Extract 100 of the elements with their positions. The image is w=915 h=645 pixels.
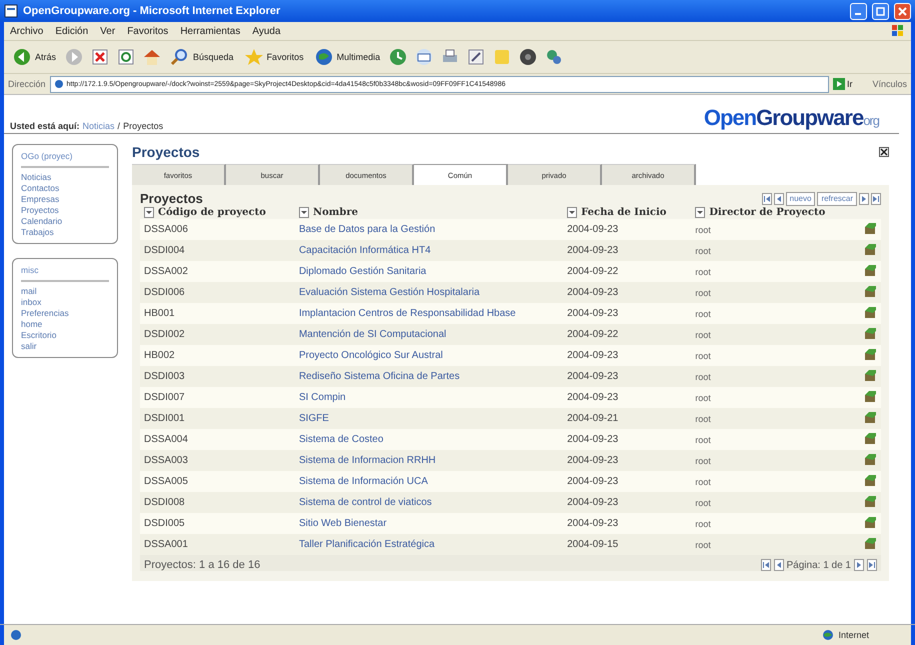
- column-header[interactable]: Director de Proyecto: [709, 207, 826, 218]
- last-page-icon[interactable]: [867, 559, 877, 571]
- sort-icon[interactable]: [695, 207, 706, 218]
- close-icon[interactable]: [879, 147, 889, 157]
- edit-icon[interactable]: [466, 47, 486, 67]
- folder-icon[interactable]: [864, 368, 877, 382]
- folder-icon[interactable]: [864, 348, 877, 360]
- next-page-icon[interactable]: [859, 192, 869, 204]
- logo: OpenGroupwareorg: [704, 105, 879, 131]
- table-cell: DSSA002: [140, 261, 295, 282]
- breadcrumb-label: Usted está aquí:: [10, 121, 80, 131]
- action-button[interactable]: refrescar: [817, 192, 857, 206]
- folder-icon[interactable]: [864, 242, 877, 256]
- action-button[interactable]: nuevo: [786, 192, 816, 206]
- sidebar-item[interactable]: Contactos: [21, 183, 109, 193]
- go-button[interactable]: Ir: [832, 78, 852, 90]
- previous-page-icon[interactable]: [774, 192, 784, 204]
- folder-icon[interactable]: [864, 326, 877, 340]
- table-cell: root: [691, 429, 856, 450]
- toolbar-button[interactable]: Atrás: [10, 45, 58, 69]
- column-header[interactable]: Nombre: [312, 207, 358, 218]
- sidebar-item[interactable]: home: [21, 319, 109, 329]
- sidebar-item[interactable]: Escritorio: [21, 330, 109, 340]
- folder-icon[interactable]: [864, 432, 877, 444]
- column-header[interactable]: Fecha de Inicio: [581, 207, 666, 218]
- folder-icon[interactable]: [864, 452, 877, 466]
- table-cell: root: [691, 366, 856, 387]
- toolbar-button[interactable]: Favoritos: [242, 45, 306, 69]
- sort-icon[interactable]: [144, 207, 154, 218]
- page-title: Proyectos: [132, 144, 200, 160]
- table-cell: 2004-09-23: [563, 303, 692, 324]
- menu-item[interactable]: Favoritos: [127, 26, 168, 36]
- toolbar-button[interactable]: Multimedia: [312, 45, 382, 69]
- table-cell: 2004-09-22: [563, 261, 692, 282]
- first-page-icon[interactable]: [760, 559, 770, 571]
- sidebar-item[interactable]: mail: [21, 286, 109, 296]
- table-cell: DSDI001: [140, 408, 295, 429]
- sidebar-item[interactable]: Noticias: [21, 172, 109, 182]
- breadcrumb-separator: /: [118, 121, 120, 131]
- links-label[interactable]: Vínculos: [872, 79, 907, 89]
- folder-icon[interactable]: [864, 390, 877, 402]
- table-cell: 2004-09-23: [563, 345, 692, 366]
- sidebar-item[interactable]: Empresas: [21, 194, 109, 204]
- history-icon[interactable]: [388, 47, 408, 67]
- mail-icon[interactable]: [414, 47, 434, 67]
- folder-icon[interactable]: [864, 222, 877, 234]
- page-indicator: Página: 1 de 1: [786, 560, 851, 570]
- project-link[interactable]: SIGFE: [298, 413, 329, 424]
- stop-icon[interactable]: [90, 47, 110, 67]
- sidebar-item[interactable]: inbox: [21, 297, 109, 307]
- table-cell: 2004-09-23: [563, 387, 692, 408]
- table-cell: root: [691, 492, 856, 513]
- table-cell: root: [691, 408, 856, 429]
- disc-icon[interactable]: [518, 47, 538, 67]
- sidebar-title[interactable]: OGo (proyec): [21, 151, 109, 168]
- table-cell: root: [691, 345, 856, 366]
- window-title: OpenGroupware.org - Microsoft Internet Explorer: [23, 5, 282, 17]
- previous-page-icon[interactable]: [774, 559, 784, 571]
- menu-item[interactable]: Ver: [100, 26, 116, 36]
- column-header[interactable]: Código de proyecto: [158, 207, 266, 218]
- project-link[interactable]: SI Compin: [298, 392, 346, 403]
- panel-title: Proyectos: [140, 191, 203, 206]
- first-page-icon[interactable]: [762, 192, 772, 204]
- toolbar-button[interactable]: Búsqueda: [168, 45, 236, 69]
- globe-icon: [314, 47, 334, 67]
- sidebar-item[interactable]: Trabajos: [21, 227, 109, 237]
- minimize-button[interactable]: [850, 2, 867, 20]
- folder-icon[interactable]: [864, 306, 877, 318]
- home-icon[interactable]: [142, 47, 162, 67]
- table-cell: HB001: [140, 303, 295, 324]
- folder-icon[interactable]: [864, 410, 877, 424]
- project-link[interactable]: Sitio Web Bienestar: [298, 518, 387, 529]
- folder-icon[interactable]: [864, 536, 877, 550]
- sort-icon[interactable]: [567, 207, 578, 218]
- last-page-icon[interactable]: [871, 192, 881, 204]
- sidebar-item[interactable]: Preferencias: [21, 308, 109, 318]
- sidebar-item[interactable]: Calendario: [21, 216, 109, 226]
- maximize-button[interactable]: [872, 2, 889, 20]
- maximize-icon[interactable]: [876, 6, 885, 16]
- sidebar-title[interactable]: misc: [21, 265, 109, 282]
- project-link[interactable]: Sistema de Costeo: [298, 434, 384, 445]
- folder-icon[interactable]: [864, 284, 877, 298]
- close-button[interactable]: [894, 2, 911, 20]
- folder-icon[interactable]: [864, 474, 877, 486]
- breadcrumb-link[interactable]: Noticias: [82, 121, 115, 131]
- sidebar-item[interactable]: salir: [21, 341, 109, 351]
- menu-item[interactable]: Edición: [55, 26, 88, 36]
- menu-item[interactable]: Archivo: [10, 26, 44, 36]
- folder-icon[interactable]: [864, 494, 877, 508]
- folder-icon[interactable]: [864, 264, 877, 276]
- refresh-icon[interactable]: [116, 47, 136, 67]
- next-page-icon[interactable]: [854, 559, 864, 571]
- menu-item[interactable]: Herramientas: [180, 26, 240, 36]
- table-cell: DSDI008: [140, 492, 295, 513]
- table-cell: DSSA003: [140, 450, 295, 471]
- folder-icon[interactable]: [864, 516, 877, 528]
- table-cell: 2004-09-21: [563, 408, 692, 429]
- menu-item[interactable]: Ayuda: [252, 26, 281, 36]
- sort-icon[interactable]: [298, 207, 309, 218]
- sidebar-item[interactable]: Proyectos: [21, 205, 109, 215]
